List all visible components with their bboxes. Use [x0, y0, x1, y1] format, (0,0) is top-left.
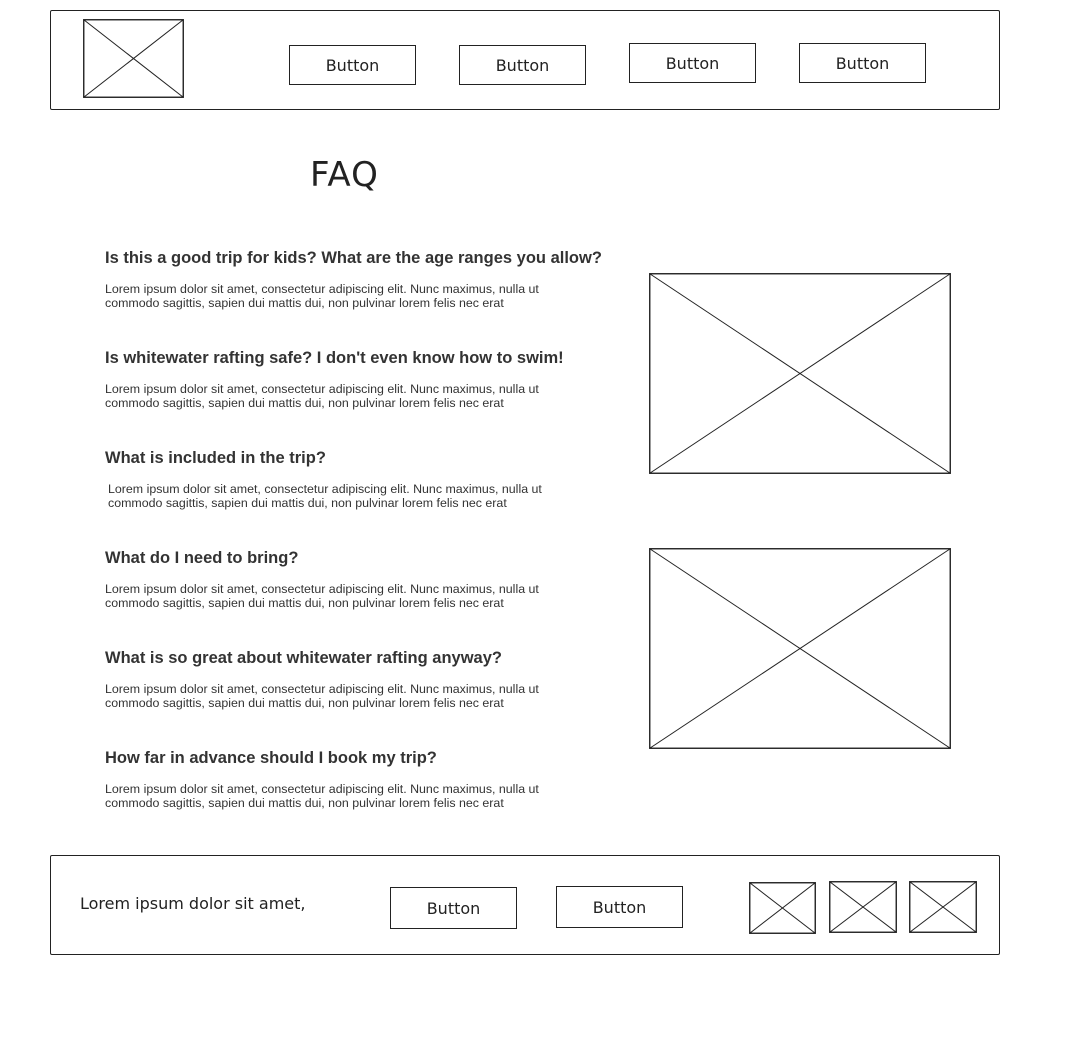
- faq-question: What is included in the trip?: [105, 449, 326, 467]
- faq-answer: Lorem ipsum dolor sit amet, consectetur …: [105, 282, 539, 310]
- faq-item: Is whitewater rafting safe? I don't even…: [105, 349, 605, 410]
- faq-item: How far in advance should I book my trip…: [105, 749, 605, 810]
- social-icon-placeholder[interactable]: [829, 881, 897, 933]
- faq-item: What do I need to bring? Lorem ipsum dol…: [105, 549, 605, 610]
- faq-question: What do I need to bring?: [105, 549, 299, 567]
- footer-button-1[interactable]: Button: [390, 887, 517, 929]
- page-title: FAQ: [310, 155, 379, 195]
- faq-item: What is included in the trip? Lorem ipsu…: [105, 449, 605, 510]
- image-placeholder: [649, 548, 951, 749]
- logo-image-placeholder[interactable]: [83, 19, 184, 98]
- faq-answer: Lorem ipsum dolor sit amet, consectetur …: [108, 482, 542, 510]
- footer-button-2[interactable]: Button: [556, 886, 683, 928]
- footer-text: Lorem ipsum dolor sit amet,: [80, 894, 306, 913]
- faq-answer: Lorem ipsum dolor sit amet, consectetur …: [105, 382, 539, 410]
- faq-answer: Lorem ipsum dolor sit amet, consectetur …: [105, 782, 539, 810]
- nav-button-2[interactable]: Button: [459, 45, 586, 85]
- image-placeholder: [649, 273, 951, 474]
- social-icon-placeholder[interactable]: [909, 881, 977, 933]
- nav-button-3[interactable]: Button: [629, 43, 756, 83]
- nav-button-1[interactable]: Button: [289, 45, 416, 85]
- faq-item: Is this a good trip for kids? What are t…: [105, 249, 605, 310]
- social-icon-placeholder[interactable]: [749, 882, 816, 934]
- faq-item: What is so great about whitewater raftin…: [105, 649, 605, 710]
- faq-answer: Lorem ipsum dolor sit amet, consectetur …: [105, 582, 539, 610]
- faq-question: What is so great about whitewater raftin…: [105, 649, 502, 667]
- nav-button-4[interactable]: Button: [799, 43, 926, 83]
- faq-question: Is whitewater rafting safe? I don't even…: [105, 349, 564, 367]
- faq-question: Is this a good trip for kids? What are t…: [105, 249, 602, 267]
- faq-question: How far in advance should I book my trip…: [105, 749, 437, 767]
- faq-answer: Lorem ipsum dolor sit amet, consectetur …: [105, 682, 539, 710]
